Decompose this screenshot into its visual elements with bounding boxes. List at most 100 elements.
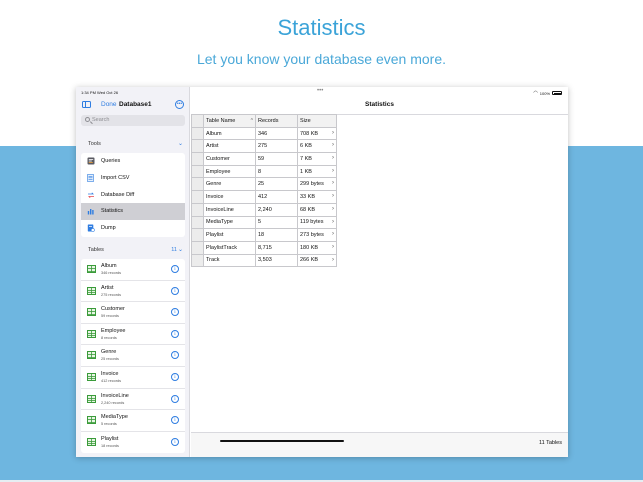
battery-icon xyxy=(552,91,562,95)
cell-size: 33 KB › xyxy=(297,190,337,204)
statistics-table: Table Name ^ Records Size Album 346 708 KB ›… xyxy=(191,114,337,268)
table-row[interactable]: Customer 59 7 KB › xyxy=(191,152,337,166)
tool-item-import-csv[interactable]: Import CSV xyxy=(81,170,185,187)
row-gutter xyxy=(191,253,204,268)
tables-section-header[interactable]: Tables 11 ⌄ xyxy=(76,246,190,256)
sidebar-table-item[interactable]: Genre 25 records i xyxy=(81,345,185,367)
ipad-frame: Done Database1 ••• Search Tools ⌄ Querie… xyxy=(76,87,568,457)
chevron-right-icon[interactable]: › xyxy=(332,244,334,250)
info-icon[interactable]: i xyxy=(171,372,179,381)
table-row[interactable]: Album 346 708 KB › xyxy=(191,126,337,141)
cell-records: 2,240 xyxy=(255,202,298,217)
more-options-icon[interactable]: ••• xyxy=(175,100,184,109)
sidebar-header: Done Database1 ••• xyxy=(76,99,190,111)
cell-table-name: PlaylistTrack xyxy=(203,240,256,255)
sort-ascending-icon[interactable]: ^ xyxy=(251,118,253,124)
table-row[interactable]: Playlist 18 273 bytes › xyxy=(191,228,337,242)
table-record-count: 5 records xyxy=(101,422,117,427)
table-row[interactable]: Genre 25 299 bytes › xyxy=(191,177,337,192)
info-icon[interactable]: i xyxy=(171,416,179,425)
info-icon[interactable]: i xyxy=(171,351,179,360)
info-icon[interactable]: i xyxy=(171,329,179,338)
info-icon[interactable]: i xyxy=(171,308,179,317)
table-row[interactable]: PlaylistTrack 8,715 180 KB › xyxy=(191,240,337,255)
sidebar-table-item[interactable]: Customer 59 records i xyxy=(81,302,185,324)
chevron-right-icon[interactable]: › xyxy=(332,206,334,212)
search-input[interactable]: Search xyxy=(81,115,185,126)
sidebar-table-item[interactable]: InvoiceLine 2,240 records i xyxy=(81,389,185,411)
sidebar-table-item[interactable]: Album 346 records i xyxy=(81,259,185,281)
sidebar-table-item[interactable]: Invoice 412 records i xyxy=(81,367,185,389)
table-row[interactable]: Track 3,503 266 KB › xyxy=(191,253,337,268)
sidebar-table-item[interactable]: Artist 275 records i xyxy=(81,281,185,303)
cell-table-name: Playlist xyxy=(203,228,256,242)
table-name: Invoice xyxy=(101,370,119,377)
table-name: Employee xyxy=(101,327,126,334)
tool-item-database-diff[interactable]: Database Diff xyxy=(81,187,185,204)
row-gutter xyxy=(191,215,204,230)
table-row[interactable]: MediaType 5 119 bytes › xyxy=(191,215,337,230)
cell-records: 346 xyxy=(255,126,298,141)
sidebar-table-item[interactable]: Employee 8 records i xyxy=(81,324,185,346)
row-gutter xyxy=(191,164,204,179)
size-value: 273 bytes xyxy=(300,232,324,239)
row-gutter xyxy=(191,152,204,166)
multitasking-dots-icon[interactable]: ••• xyxy=(317,88,323,94)
table-icon xyxy=(87,437,96,446)
hero-subtitle: Let you know your database even more. xyxy=(196,51,447,67)
info-icon[interactable]: i xyxy=(171,437,179,446)
row-gutter xyxy=(191,202,204,217)
tool-item-dump[interactable]: Dump xyxy=(81,220,185,237)
table-record-count: 25 records xyxy=(101,357,119,362)
chevron-right-icon[interactable]: › xyxy=(332,193,334,199)
column-header-records[interactable]: Records xyxy=(255,114,298,128)
cell-table-name: Track xyxy=(203,253,256,268)
table-row[interactable]: InvoiceLine 2,240 68 KB › xyxy=(191,202,337,217)
chevron-right-icon[interactable]: › xyxy=(332,155,334,161)
table-name: Playlist xyxy=(101,435,119,442)
info-icon[interactable]: i xyxy=(171,265,179,273)
cell-table-name: InvoiceLine xyxy=(203,202,256,217)
cell-table-name: MediaType xyxy=(203,215,256,230)
column-header-label: Table Name xyxy=(206,117,236,124)
chevron-right-icon[interactable]: › xyxy=(332,142,334,148)
chevron-right-icon[interactable]: › xyxy=(332,130,334,136)
cell-records: 25 xyxy=(255,177,298,192)
chevron-down-icon[interactable]: ⌄ xyxy=(178,246,183,253)
cell-size: 299 bytes › xyxy=(297,177,337,192)
cell-records: 5 xyxy=(255,215,298,230)
cell-size: 1 KB › xyxy=(297,164,337,179)
column-header-table-name[interactable]: Table Name ^ xyxy=(203,114,256,128)
info-icon[interactable]: i xyxy=(171,286,179,295)
cell-table-name: Invoice xyxy=(203,190,256,204)
done-button[interactable]: Done xyxy=(101,101,117,108)
tool-item-queries[interactable]: Queries xyxy=(81,153,185,170)
chevron-right-icon[interactable]: › xyxy=(332,219,334,225)
tools-section-header[interactable]: Tools ⌄ xyxy=(76,140,190,150)
sidebar-table-item[interactable]: Playlist 18 records i xyxy=(81,432,185,454)
table-name: Album xyxy=(101,263,117,269)
table-row[interactable]: Employee 8 1 KB › xyxy=(191,164,337,179)
tool-label: Queries xyxy=(101,158,121,164)
table-record-count: 2,240 records xyxy=(101,400,125,405)
size-value: 7 KB xyxy=(300,155,312,162)
info-icon[interactable]: i xyxy=(171,394,179,403)
table-icon xyxy=(87,329,96,338)
table-row[interactable]: Invoice 412 33 KB › xyxy=(191,190,337,204)
main-panel: Statistics Table Name ^ Records Size Albu… xyxy=(191,97,568,457)
chevron-right-icon[interactable]: › xyxy=(332,180,334,186)
sidebar-toggle-icon[interactable] xyxy=(82,101,91,108)
table-row[interactable]: Artist 275 6 KB › xyxy=(191,139,337,154)
chevron-right-icon[interactable]: › xyxy=(332,168,334,174)
chevron-right-icon[interactable]: › xyxy=(332,257,334,263)
column-header-size[interactable]: Size xyxy=(297,114,337,128)
chevron-down-icon[interactable]: ⌄ xyxy=(178,140,183,147)
tool-item-statistics[interactable]: Statistics xyxy=(81,203,185,221)
search-placeholder: Search xyxy=(92,117,110,123)
size-value: 708 KB xyxy=(300,130,319,137)
tables-total-count: 11 Tables xyxy=(538,440,562,446)
chevron-right-icon[interactable]: › xyxy=(332,231,334,237)
sidebar-table-item[interactable]: MediaType 5 records i xyxy=(81,410,185,432)
table-name: Artist xyxy=(101,284,114,291)
import-csv-icon xyxy=(87,173,94,182)
